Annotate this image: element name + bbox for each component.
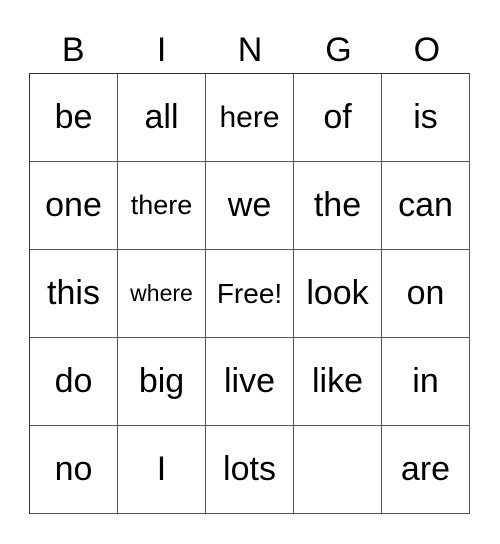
header-letter-o: O: [413, 31, 441, 69]
header-letter-g: G: [325, 31, 352, 69]
bingo-cell[interactable]: of: [294, 74, 382, 162]
bingo-cell[interactable]: one: [30, 162, 118, 250]
bingo-cell[interactable]: big: [118, 338, 206, 426]
bingo-cell[interactable]: where: [118, 250, 206, 338]
header-letter-b: B: [61, 31, 85, 69]
bingo-cell[interactable]: in: [382, 338, 470, 426]
bingo-cell[interactable]: on: [382, 250, 470, 338]
bingo-cell[interactable]: here: [206, 74, 294, 162]
bingo-cell[interactable]: are: [382, 426, 470, 514]
bingo-cell[interactable]: do: [30, 338, 118, 426]
bingo-grid: be all here of is one there we the can t…: [29, 73, 470, 514]
bingo-cell[interactable]: there: [118, 162, 206, 250]
bingo-header: B I N G O: [29, 28, 471, 72]
bingo-cell[interactable]: the: [294, 162, 382, 250]
header-letter-n: N: [237, 31, 263, 69]
header-letter-i: I: [156, 31, 167, 69]
bingo-cell[interactable]: live: [206, 338, 294, 426]
bingo-cell[interactable]: all: [118, 74, 206, 162]
bingo-cell-empty[interactable]: [294, 426, 382, 514]
bingo-cell[interactable]: no: [30, 426, 118, 514]
bingo-cell[interactable]: is: [382, 74, 470, 162]
bingo-cell[interactable]: I: [118, 426, 206, 514]
bingo-cell[interactable]: lots: [206, 426, 294, 514]
bingo-cell[interactable]: like: [294, 338, 382, 426]
bingo-cell[interactable]: can: [382, 162, 470, 250]
bingo-cell[interactable]: this: [30, 250, 118, 338]
bingo-cell[interactable]: we: [206, 162, 294, 250]
free-space-cell[interactable]: Free!: [206, 250, 294, 338]
bingo-cell[interactable]: be: [30, 74, 118, 162]
bingo-cell[interactable]: look: [294, 250, 382, 338]
